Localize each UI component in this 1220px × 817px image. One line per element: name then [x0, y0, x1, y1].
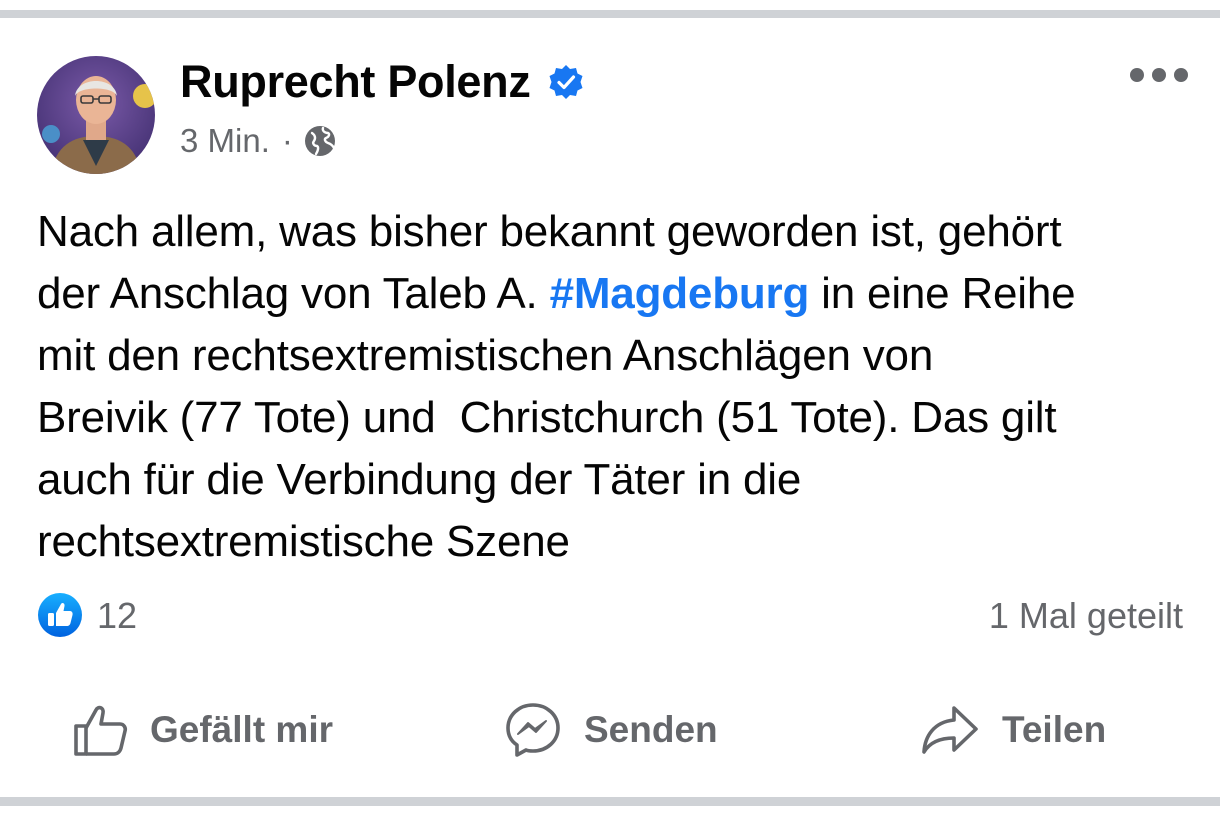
messenger-icon — [506, 703, 560, 757]
post-text-segment: der Anschlag von Taleb A. — [37, 269, 550, 318]
post-body-text: Nach allem, was bisher bekannt geworden … — [37, 201, 1197, 573]
share-arrow-icon — [922, 706, 978, 754]
post-timestamp[interactable]: 3 Min. — [180, 122, 270, 160]
like-count[interactable]: 12 — [97, 595, 137, 637]
post-text-line: Nach allem, was bisher bekannt geworden … — [37, 207, 1062, 256]
bottom-divider — [0, 797, 1220, 806]
send-button[interactable]: Senden — [504, 698, 718, 762]
thumbs-up-icon — [74, 705, 128, 756]
post-text-line: mit den rechtsextremistischen Anschlägen… — [37, 331, 934, 380]
post-text-segment: in eine Reihe — [809, 269, 1076, 318]
share-button[interactable]: Teilen — [920, 698, 1106, 762]
globe-icon[interactable] — [303, 124, 337, 158]
like-reaction-icon[interactable] — [37, 592, 83, 638]
facebook-post: Ruprecht Polenz 3 Min. · Nach allem, was… — [0, 18, 1220, 797]
hashtag-link[interactable]: #Magdeburg — [550, 269, 810, 318]
post-text-line: rechtsextremistische Szene — [37, 517, 570, 566]
more-options-icon[interactable] — [1128, 66, 1190, 84]
avatar[interactable] — [37, 56, 155, 174]
meta-separator: · — [281, 122, 293, 159]
post-text-line: auch für die Verbindung der Täter in die — [37, 455, 802, 504]
like-button[interactable]: Gefällt mir — [72, 698, 333, 762]
share-button-label: Teilen — [1002, 709, 1107, 750]
post-meta: 3 Min. · — [180, 122, 337, 160]
share-count[interactable]: 1 Mal geteilt — [989, 595, 1183, 637]
verified-badge-icon — [549, 65, 583, 99]
like-button-label: Gefällt mir — [150, 709, 333, 750]
send-button-label: Senden — [584, 709, 718, 750]
post-text-line: der Anschlag von Taleb A. #Magdeburg in … — [37, 263, 1197, 325]
top-divider — [0, 10, 1220, 18]
author-name[interactable]: Ruprecht Polenz — [180, 56, 531, 108]
post-text-line: Breivik (77 Tote) und Christchurch (51 T… — [37, 393, 1057, 442]
